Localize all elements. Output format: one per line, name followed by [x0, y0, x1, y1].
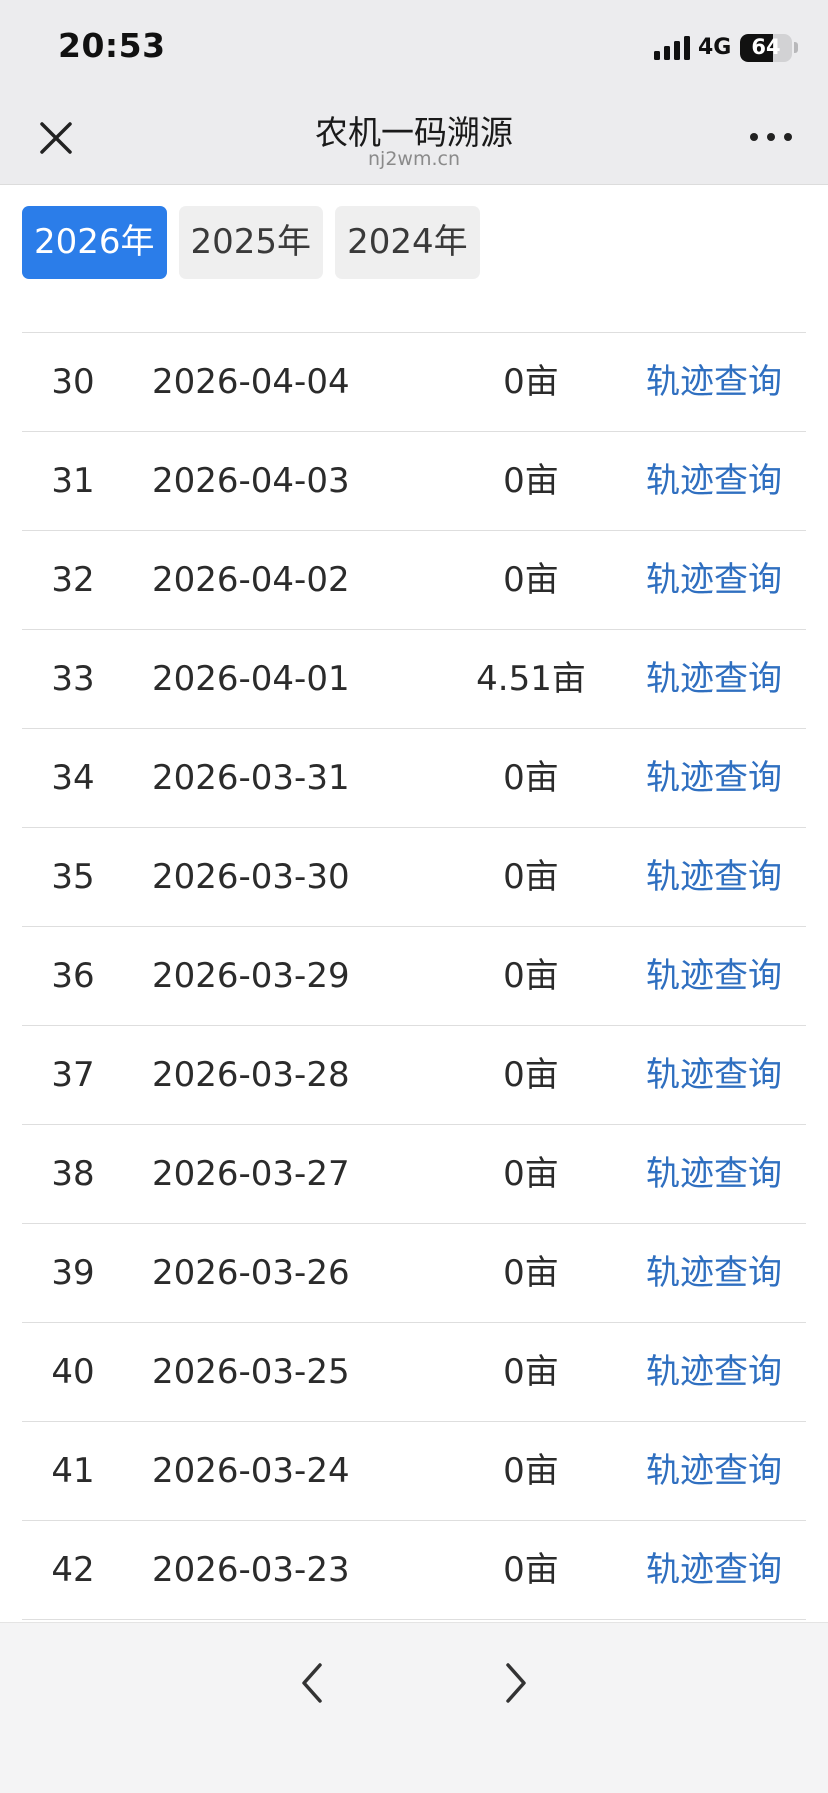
row-index: 32	[51, 560, 95, 600]
table-row: 35 2026-03-30 0亩 轨迹查询	[22, 828, 806, 927]
row-date: 2026-04-02	[152, 560, 350, 600]
network-type: 4G	[698, 35, 732, 60]
track-query-link[interactable]: 轨迹查询	[646, 927, 782, 1025]
row-date: 2026-03-28	[152, 1055, 350, 1095]
row-index: 30	[51, 362, 95, 402]
page-title: 农机一码溯源	[315, 113, 513, 152]
row-date: 2026-03-25	[152, 1352, 350, 1392]
row-index: 33	[51, 659, 95, 699]
track-query-link[interactable]: 轨迹查询	[646, 1521, 782, 1619]
nav-bar: 农机一码溯源 nj2wm.cn	[0, 92, 828, 185]
row-index: 40	[51, 1352, 95, 1392]
signal-icon	[654, 36, 690, 60]
tab-year-0[interactable]: 2026年	[22, 206, 167, 279]
row-area: 0亩	[503, 560, 559, 600]
row-date: 2026-04-01	[152, 659, 350, 699]
track-query-link[interactable]: 轨迹查询	[646, 333, 782, 431]
row-index: 36	[51, 956, 95, 996]
row-area: 0亩	[503, 1550, 559, 1590]
row-date: 2026-03-23	[152, 1550, 350, 1590]
table-row: 36 2026-03-29 0亩 轨迹查询	[22, 927, 806, 1026]
table-row: 42 2026-03-23 0亩 轨迹查询	[22, 1521, 806, 1620]
row-area: 0亩	[503, 956, 559, 996]
track-query-link[interactable]: 轨迹查询	[646, 1323, 782, 1421]
track-query-link[interactable]: 轨迹查询	[646, 828, 782, 926]
row-date: 2026-03-29	[152, 956, 350, 996]
battery-icon: 64	[740, 34, 792, 62]
row-area: 0亩	[503, 1352, 559, 1392]
tab-year-2[interactable]: 2024年	[335, 206, 480, 279]
track-query-link[interactable]: 轨迹查询	[646, 729, 782, 827]
row-area: 0亩	[503, 857, 559, 897]
row-date: 2026-03-24	[152, 1451, 350, 1491]
track-query-link[interactable]: 轨迹查询	[646, 1026, 782, 1124]
table-row: 31 2026-04-03 0亩 轨迹查询	[22, 432, 806, 531]
track-query-link[interactable]: 轨迹查询	[646, 432, 782, 530]
row-index: 37	[51, 1055, 95, 1095]
row-date: 2026-03-31	[152, 758, 350, 798]
track-query-link[interactable]: 轨迹查询	[646, 531, 782, 629]
table-row: 41 2026-03-24 0亩 轨迹查询	[22, 1422, 806, 1521]
chevron-left-icon[interactable]	[290, 1653, 334, 1713]
row-index: 39	[51, 1253, 95, 1293]
row-area: 0亩	[503, 1055, 559, 1095]
track-query-link[interactable]: 轨迹查询	[646, 1422, 782, 1520]
status-time: 20:53	[58, 26, 166, 65]
status-bar: 20:53 4G 64	[0, 0, 828, 92]
row-index: 31	[51, 461, 95, 501]
year-tabs: 2026年 2025年 2024年	[22, 206, 492, 279]
row-date: 2026-04-04	[152, 362, 350, 402]
table-row: 33 2026-04-01 4.51亩 轨迹查询	[22, 630, 806, 729]
table-row: 37 2026-03-28 0亩 轨迹查询	[22, 1026, 806, 1125]
battery-tip	[794, 42, 798, 53]
row-area: 0亩	[503, 1253, 559, 1293]
chevron-right-icon[interactable]	[494, 1653, 538, 1713]
track-query-link[interactable]: 轨迹查询	[646, 1125, 782, 1223]
row-index: 34	[51, 758, 95, 798]
row-index: 38	[51, 1154, 95, 1194]
row-date: 2026-03-27	[152, 1154, 350, 1194]
row-date: 2026-03-26	[152, 1253, 350, 1293]
row-area: 0亩	[503, 1154, 559, 1194]
row-area: 0亩	[503, 461, 559, 501]
row-area: 0亩	[503, 1451, 559, 1491]
table-row: 38 2026-03-27 0亩 轨迹查询	[22, 1125, 806, 1224]
table-row: 39 2026-03-26 0亩 轨迹查询	[22, 1224, 806, 1323]
row-date: 2026-04-03	[152, 461, 350, 501]
table-row: 30 2026-04-04 0亩 轨迹查询	[22, 333, 806, 432]
row-index: 42	[51, 1550, 95, 1590]
table-row: 34 2026-03-31 0亩 轨迹查询	[22, 729, 806, 828]
track-query-link[interactable]: 轨迹查询	[646, 630, 782, 728]
row-area: 4.51亩	[476, 659, 586, 699]
more-dots-icon[interactable]	[746, 122, 796, 152]
pagination-bar	[0, 1622, 828, 1793]
battery-percent: 64	[751, 35, 781, 59]
track-query-link[interactable]: 轨迹查询	[646, 1224, 782, 1322]
table-row: 40 2026-03-25 0亩 轨迹查询	[22, 1323, 806, 1422]
table-row: 32 2026-04-02 0亩 轨迹查询	[22, 531, 806, 630]
tab-year-1[interactable]: 2025年	[178, 206, 324, 279]
row-index: 41	[51, 1451, 95, 1491]
row-area: 0亩	[503, 362, 559, 402]
row-date: 2026-03-30	[152, 857, 350, 897]
records-table: 30 2026-04-04 0亩 轨迹查询 31 2026-04-03 0亩 轨迹查询 32 20…	[22, 332, 806, 1620]
row-index: 35	[51, 857, 95, 897]
row-area: 0亩	[503, 758, 559, 798]
page-domain: nj2wm.cn	[368, 148, 460, 170]
